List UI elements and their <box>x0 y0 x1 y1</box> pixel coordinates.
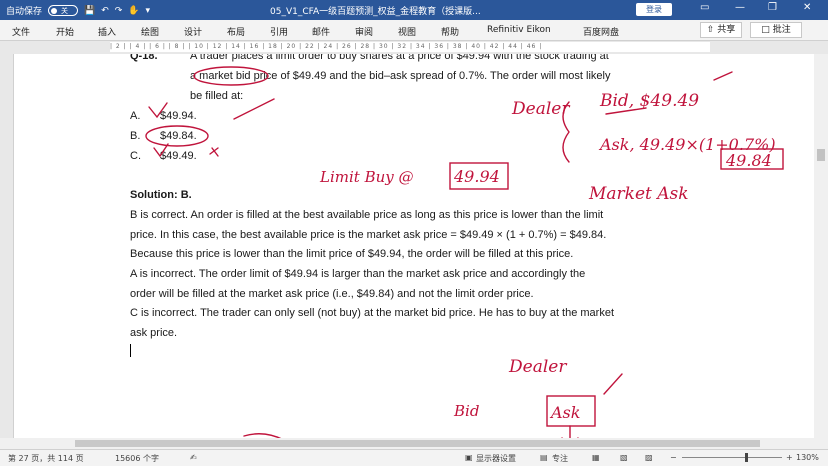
vertical-scrollbar[interactable] <box>814 54 828 449</box>
bottom-arrow <box>603 373 623 395</box>
focus-icon[interactable]: ▤ <box>540 453 548 462</box>
horizontal-scroll-thumb[interactable] <box>75 440 760 447</box>
ask-note-bottom: Ask <box>549 403 580 422</box>
touch-mode-icon[interactable]: ✋ <box>128 6 139 16</box>
bid-note: Bid, $49.49 <box>599 91 699 111</box>
zoom-level[interactable]: 130% <box>796 453 819 462</box>
tab-baidu-netdisk[interactable]: 百度网盘 <box>583 25 619 38</box>
cross-mark <box>209 147 219 157</box>
option-b-text: $49.84. <box>160 130 197 142</box>
tab-design[interactable]: 设计 <box>184 25 202 38</box>
tab-layout[interactable]: 布局 <box>227 25 245 38</box>
document-page[interactable]: Q-18. A trader places a limit order to b… <box>14 54 814 449</box>
undo-icon[interactable]: ↶ <box>101 6 109 16</box>
login-button[interactable]: 登录 <box>636 3 672 16</box>
horizontal-scrollbar[interactable] <box>0 438 814 449</box>
question-number: Q-18. <box>130 54 158 62</box>
limit-buy-note: Limit Buy @ <box>319 168 414 186</box>
question-line-3: be filled at: <box>190 90 244 102</box>
share-label: 共享 <box>717 25 736 35</box>
solution-line: price. In this case, the best available … <box>130 229 607 241</box>
zoom-slider[interactable] <box>682 457 782 458</box>
print-layout-icon[interactable]: ▧ <box>620 453 628 462</box>
market-ask-note: Market Ask <box>588 184 689 204</box>
minimize-icon[interactable]: — <box>735 2 745 13</box>
tab-file[interactable]: 文件 <box>12 25 30 38</box>
limit-price-box <box>449 162 509 190</box>
question-line-1: A trader places a limit order to buy sha… <box>190 54 609 62</box>
toggle-state: 关 <box>61 7 69 15</box>
comment-label: 批注 <box>772 25 791 35</box>
autosave-label: 自动保存 <box>6 7 43 17</box>
read-mode-icon[interactable]: ▦ <box>592 453 600 462</box>
vertical-ruler[interactable] <box>0 54 14 449</box>
solution-title: Solution: B. <box>130 189 192 201</box>
restore-icon[interactable]: ❐ <box>768 2 777 13</box>
tab-view[interactable]: 视图 <box>398 25 416 38</box>
tab-help[interactable]: 帮助 <box>441 25 459 38</box>
ruler-scale: | 2 | | 4 | | 6 | | 8 | | 10 | 12 | 14 |… <box>110 42 710 52</box>
save-icon[interactable]: 💾 <box>84 6 95 16</box>
top-right-mark <box>713 71 733 81</box>
accessibility-icon[interactable]: ✍ <box>190 453 197 462</box>
focus-mode[interactable]: 专注 <box>552 453 568 464</box>
autosave-toggle[interactable]: 关 <box>48 5 79 16</box>
dealer-brace <box>562 101 570 163</box>
dealer-note-bottom: Dealer <box>508 357 567 377</box>
tab-draw[interactable]: 绘图 <box>141 25 159 38</box>
dealer-note-top: Dealer <box>511 99 570 119</box>
ask-bottom-box <box>546 395 596 427</box>
solution-line: Because this price is lower than the lim… <box>130 248 574 260</box>
question-line-2: a market bid price of $49.49 and the bid… <box>190 70 611 82</box>
ask-note: Ask, 49.49×(1+0.7%) <box>598 135 776 154</box>
display-settings-icon[interactable]: ▣ <box>465 453 473 462</box>
page-info[interactable]: 第 27 页，共 114 页 <box>8 453 84 464</box>
close-icon[interactable]: ✕ <box>803 2 811 13</box>
ribbon-tabs: 文件 开始 插入 绘图 设计 布局 引用 邮件 审阅 视图 帮助 Refinit… <box>0 20 828 41</box>
option-a-letter: A. <box>130 110 141 122</box>
bid-underline <box>605 107 647 115</box>
tab-refinitiv-eikon[interactable]: Refinitiv Eikon <box>487 25 551 35</box>
ask-result-note: 49.84 <box>725 151 772 170</box>
option-c-letter: C. <box>130 150 141 162</box>
ribbon-display-icon[interactable]: ▭ <box>700 2 709 13</box>
toggle-knob <box>51 7 58 14</box>
option-a-text: $49.94. <box>160 110 197 122</box>
solution-line: B is correct. An order is filled at the … <box>130 209 604 221</box>
comment-icon: □ <box>761 25 770 35</box>
title-bar: 自动保存 关 💾 ↶ ↷ ✋ ▾ 05_V1_CFA一级百题预测_权益_金程教育… <box>0 0 828 20</box>
option-c-text: $49.49. <box>160 150 197 162</box>
solution-line: C is incorrect. The trader can only sell… <box>130 307 615 319</box>
autosave-group: 自动保存 关 💾 ↶ ↷ ✋ ▾ <box>6 4 150 17</box>
tab-references[interactable]: 引用 <box>270 25 288 38</box>
option-b-letter: B. <box>130 130 141 142</box>
share-button[interactable]: ⇧ 共享 <box>700 22 742 38</box>
solution-line: order will be filled at the market ask p… <box>130 288 534 300</box>
tab-home[interactable]: 开始 <box>56 25 74 38</box>
solution-line: ask price. <box>130 327 178 339</box>
word-count[interactable]: 15606 个字 <box>115 453 159 464</box>
status-bar: 第 27 页，共 114 页 15606 个字 ✍ ▣ 显示器设置 ▤ 专注 ▦… <box>0 449 828 466</box>
vertical-scroll-thumb[interactable] <box>817 149 825 161</box>
redo-icon[interactable]: ↷ <box>115 6 123 16</box>
limit-price-note: 49.94 <box>453 167 500 186</box>
horizontal-ruler[interactable]: | 2 | | 4 | | 6 | | 8 | | 10 | 12 | 14 |… <box>0 41 828 55</box>
zoom-in-icon[interactable]: + <box>786 453 793 462</box>
customize-toolbar-icon[interactable]: ▾ <box>146 6 151 16</box>
bid-note-bottom: Bid <box>453 402 479 420</box>
ask-result-box <box>720 148 784 170</box>
tab-insert[interactable]: 插入 <box>98 25 116 38</box>
tab-mailings[interactable]: 邮件 <box>312 25 330 38</box>
tab-review[interactable]: 审阅 <box>355 25 373 38</box>
share-icon: ⇧ <box>706 25 715 35</box>
zoom-slider-thumb[interactable] <box>745 453 748 462</box>
web-layout-icon[interactable]: ▨ <box>645 453 653 462</box>
display-settings[interactable]: 显示器设置 <box>476 453 516 464</box>
zoom-out-icon[interactable]: − <box>670 453 677 462</box>
arrow-line <box>233 98 275 120</box>
solution-line: A is incorrect. The order limit of $49.9… <box>130 268 586 280</box>
comments-button[interactable]: □ 批注 <box>750 22 802 38</box>
document-title: 05_V1_CFA一级百题预测_权益_金程教育（授课版... <box>270 7 481 17</box>
text-cursor <box>130 344 131 357</box>
